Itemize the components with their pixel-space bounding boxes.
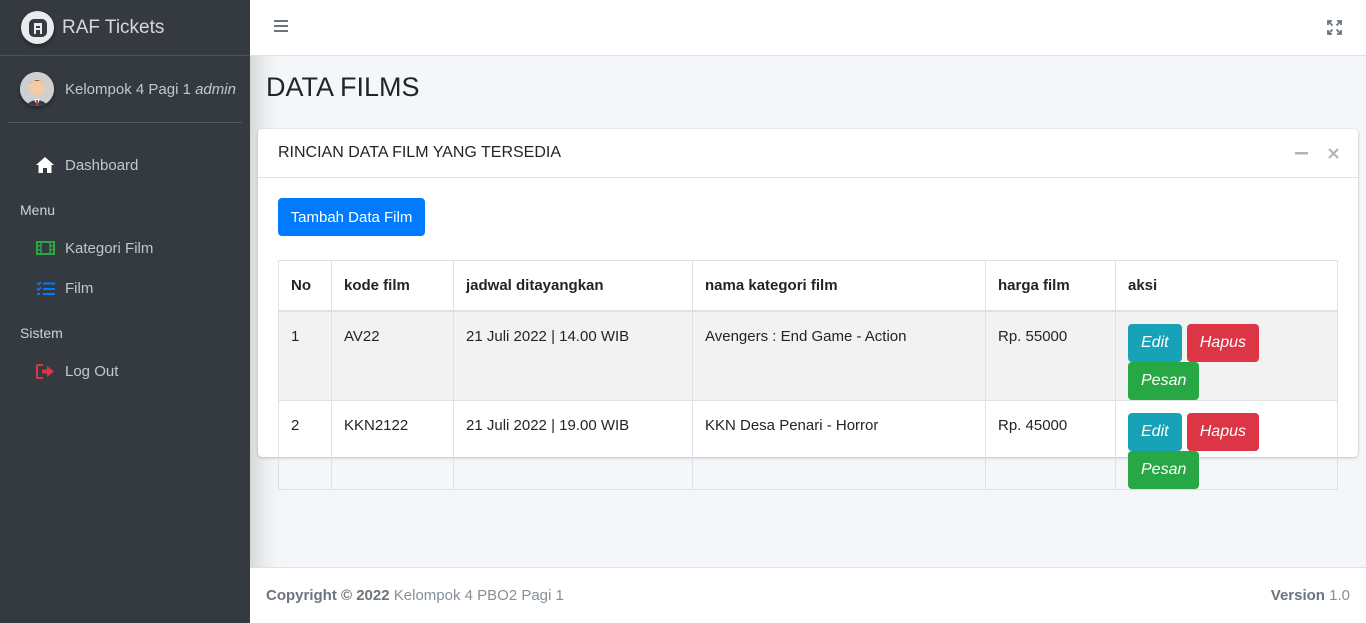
menu-toggle-icon[interactable] [274,20,288,34]
sidebar-item-dashboard[interactable]: Dashboard [8,145,242,185]
tasks-icon [35,278,55,298]
cell-aksi: Edit Hapus Pesan [1115,399,1338,490]
card-title: RINCIAN DATA FILM YANG TERSEDIA [278,144,562,161]
sidebar-nav: Dashboard Menu Kategori Film Film Sistem… [0,145,250,391]
brand-link[interactable]: RAF Tickets [0,0,250,56]
pesan-button[interactable]: Pesan [1128,361,1200,400]
pesan-button[interactable]: Pesan [1128,450,1200,489]
user-role: admin [195,80,236,98]
column-header-kode: kode film [331,260,454,312]
cell-aksi: Edit Hapus Pesan [1115,310,1338,401]
column-header-no: No [278,260,332,312]
column-header-kategori: nama kategori film [692,260,986,312]
sign-out-icon [35,361,55,381]
cell-jadwal: 21 Juli 2022 | 19.00 WIB [453,399,693,490]
fullscreen-icon[interactable] [1327,20,1342,35]
hapus-button[interactable]: Hapus [1186,412,1259,451]
top-navbar [250,0,1366,56]
table-header-row: No kode film jadwal ditayangkan nama kat… [278,260,1338,312]
column-header-jadwal: jadwal ditayangkan [453,260,693,312]
brand-logo-icon [21,11,54,44]
home-icon [35,155,55,175]
page-title: DATA FILMS [266,72,420,102]
sidebar-item-film[interactable]: Film [8,268,242,308]
collapse-icon[interactable] [1294,146,1308,160]
cell-kategori: Avengers : End Game - Action [692,310,986,401]
cell-harga: Rp. 45000 [985,399,1116,490]
footer-version: Version 1.0 [1270,587,1350,604]
add-film-button[interactable]: Tambah Data Film [278,198,425,236]
footer-copyright: Copyright © 2022 Kelompok 4 PBO2 Pagi 1 [266,587,564,604]
film-icon [35,238,55,258]
card-header: RINCIAN DATA FILM YANG TERSEDIA [258,129,1358,178]
sidebar-item-label: Kategori Film [65,239,154,257]
cell-kategori: KKN Desa Penari - Horror [692,399,986,490]
table-row: 1 AV22 21 Juli 2022 | 14.00 WIB Avengers… [278,310,1338,401]
user-panel[interactable]: Kelompok 4 Pagi 1 admin [8,56,242,123]
sidebar-item-label: Dashboard [65,156,139,174]
films-table: No kode film jadwal ditayangkan nama kat… [278,260,1338,490]
sidebar: RAF Tickets Kelompok 4 Pagi 1 admin Dash… [0,0,250,623]
nav-header-menu: Menu [20,202,56,218]
cell-jadwal: 21 Juli 2022 | 14.00 WIB [453,310,693,401]
brand-name: RAF Tickets [62,16,165,38]
footer: Copyright © 2022 Kelompok 4 PBO2 Pagi 1 … [250,567,1366,623]
sidebar-item-logout[interactable]: Log Out [8,351,242,391]
card-tools [1294,146,1340,160]
nav-header-sistem: Sistem [20,325,63,341]
avatar [20,72,54,106]
sidebar-item-label: Film [65,279,94,297]
cell-harga: Rp. 55000 [985,310,1116,401]
user-name: Kelompok 4 Pagi 1 admin [65,80,236,98]
close-icon[interactable] [1326,146,1340,160]
edit-button[interactable]: Edit [1128,412,1182,451]
cell-no: 2 [278,399,332,490]
hapus-button[interactable]: Hapus [1186,323,1259,362]
cell-kode: AV22 [331,310,454,401]
cell-no: 1 [278,310,332,401]
table-row: 2 KKN2122 21 Juli 2022 | 19.00 WIB KKN D… [278,399,1338,490]
cell-kode: KKN2122 [331,399,454,490]
edit-button[interactable]: Edit [1128,323,1182,362]
column-header-aksi: aksi [1115,260,1338,312]
column-header-harga: harga film [985,260,1116,312]
sidebar-item-kategori-film[interactable]: Kategori Film [8,228,242,268]
sidebar-item-label: Log Out [65,362,119,380]
films-card: RINCIAN DATA FILM YANG TERSEDIA Tambah D… [258,129,1358,490]
